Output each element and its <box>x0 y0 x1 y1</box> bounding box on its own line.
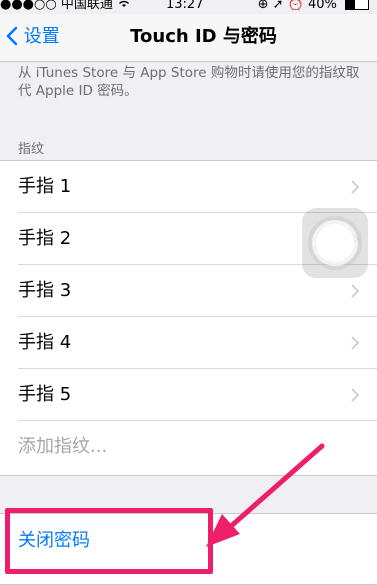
battery-icon <box>345 0 369 10</box>
status-icons: ⊕ ➚ ⏰ <box>257 0 304 12</box>
assistive-touch-icon <box>316 224 354 262</box>
fingerprint-label: 手指 2 <box>18 228 72 249</box>
status-time: 13:27 <box>166 0 204 12</box>
fingerprint-label: 手指 1 <box>18 176 72 197</box>
fingerprint-row-5[interactable]: 手指 5 <box>0 369 377 421</box>
touch-id-description: 从 iTunes Store 与 App Store 购物时请使用您的指纹取代 … <box>18 65 360 99</box>
chevron-right-icon <box>351 180 359 194</box>
wifi-icon <box>117 0 131 12</box>
fingerprints-section-header: 指纹 <box>18 142 45 157</box>
add-fingerprint-row[interactable]: 添加指纹... <box>0 421 377 473</box>
fingerprint-label: 手指 5 <box>18 384 72 405</box>
fingerprint-row-4[interactable]: 手指 4 <box>0 317 377 369</box>
signal-strength: ●●●○○ <box>0 0 57 12</box>
chevron-right-icon <box>351 284 359 298</box>
assistive-touch-button[interactable] <box>302 208 368 278</box>
fingerprint-label: 手指 4 <box>18 332 72 353</box>
chevron-right-icon <box>351 336 359 350</box>
carrier-name: 中国联通 <box>60 0 113 12</box>
highlight-box <box>5 508 213 574</box>
chevron-right-icon <box>351 388 359 402</box>
battery-percent: 40% <box>307 0 337 12</box>
status-bar: ●●●○○ 中国联通 13:27 ⊕ ➚ ⏰ 40% <box>0 0 377 14</box>
page-title: Touch ID 与密码 <box>130 26 277 47</box>
add-fingerprint-label: 添加指纹... <box>18 436 108 457</box>
fingerprint-row-1[interactable]: 手指 1 <box>0 161 377 213</box>
navigation-bar: 设置 Touch ID 与密码 <box>0 14 377 62</box>
fingerprint-label: 手指 3 <box>18 280 72 301</box>
